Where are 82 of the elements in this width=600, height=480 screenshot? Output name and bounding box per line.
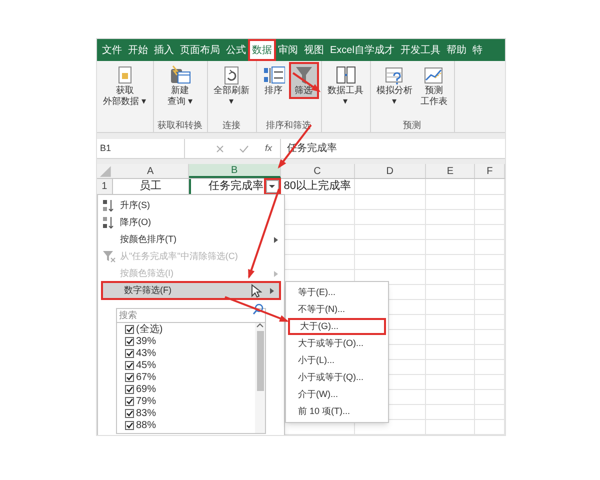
cell-text: 任务完成率 [208, 178, 264, 194]
ribbon-button[interactable]: 排序 [260, 64, 287, 97]
checkbox-label: 43% [136, 346, 156, 360]
menu-item[interactable]: 大于或等于(O)... [286, 335, 388, 352]
menu-item[interactable]: 数字筛选(F) [102, 282, 280, 299]
row-header[interactable]: 1 [97, 179, 113, 194]
menu-item[interactable]: 按颜色排序(T) [98, 231, 284, 248]
sort-icon [262, 65, 285, 85]
scrollbar[interactable] [255, 321, 265, 433]
group-label: 连接 [222, 119, 241, 132]
ribbon-button[interactable]: 获取 外部数据 ▾ [101, 64, 149, 108]
ribbon-tab[interactable]: 开始 [126, 41, 150, 59]
checkbox[interactable] [125, 372, 134, 382]
ribbon-button[interactable]: 全部刷新 ▾ [212, 64, 252, 108]
checkbox[interactable] [125, 420, 134, 430]
ribbon-tab[interactable]: 插入 [152, 41, 176, 59]
checkbox[interactable] [125, 384, 134, 394]
menu-item[interactable]: 不等于(N)... [286, 301, 388, 318]
checkbox[interactable] [125, 324, 134, 334]
checkbox-label: 45% [136, 358, 156, 372]
ribbon-button[interactable]: 预测 工作表 [418, 64, 450, 108]
menu-item[interactable]: 前 10 项(T)... [286, 403, 388, 420]
sort-descending-icon [102, 215, 116, 230]
ribbon-tab[interactable]: 帮助 [444, 41, 468, 59]
name-box[interactable]: B1 [97, 139, 185, 158]
sort-ascending-icon [102, 198, 116, 213]
checkbox[interactable] [125, 396, 134, 406]
ribbon-button[interactable]: 模拟分析 ▾ [374, 64, 415, 108]
mouse-pointer-icon [251, 284, 262, 298]
checkbox[interactable] [125, 348, 134, 358]
menu-item[interactable]: 小于或等于(Q)... [286, 369, 388, 386]
menu-item[interactable]: 升序(S) [98, 197, 284, 214]
ribbon-tab[interactable]: 数据 [250, 41, 274, 59]
group-label: 获取和转换 [158, 119, 203, 132]
annotation-arrow [292, 72, 321, 92]
ribbon-tab[interactable]: 页面布局 [178, 41, 222, 59]
menu-item[interactable]: 介于(W)... [286, 386, 388, 403]
checkbox[interactable] [125, 360, 134, 370]
ribbon-tab[interactable]: 特 [470, 41, 484, 59]
close-icon [215, 144, 225, 154]
cell-text: 员工 [139, 179, 162, 194]
ribbon-tab[interactable]: 审阅 [276, 41, 300, 59]
ribbon-tab[interactable]: Excel自学成才 [328, 41, 396, 59]
group-label: 预测 [403, 119, 422, 132]
checkbox-label: 69% [136, 382, 156, 396]
menu-item[interactable]: 小于(L)... [286, 352, 388, 369]
ribbon-tab[interactable]: 文件 [100, 41, 124, 59]
checkbox-label: 83% [136, 406, 156, 420]
search-field[interactable]: 搜索 [116, 308, 266, 322]
fx-button[interactable]: fx [265, 142, 272, 156]
ribbon-tab[interactable]: 公式 [224, 41, 248, 59]
menu-item[interactable]: 降序(O) [98, 214, 284, 231]
scrollbar-thumb[interactable] [256, 331, 264, 391]
clear-filter-icon [102, 249, 116, 264]
checkbox-label: (全选) [136, 322, 163, 336]
database-table-icon [169, 65, 191, 85]
check-icon [239, 144, 249, 154]
line-chart-icon [423, 65, 446, 85]
ribbon-tab[interactable]: 开发工具 [398, 41, 442, 59]
checkbox[interactable] [125, 336, 134, 346]
column-header[interactable]: D [354, 164, 426, 178]
search-icon [252, 303, 264, 315]
ribbon-tab[interactable]: 视图 [302, 41, 326, 59]
checkbox-label: 79% [136, 394, 156, 408]
column-header[interactable]: E [426, 164, 476, 178]
menu-item[interactable]: 大于(G)... [288, 318, 386, 335]
ribbon-button[interactable]: 数据工具 ▾ [326, 64, 366, 108]
checkbox-label: 67% [136, 370, 156, 384]
cell-text: 80以上完成率 [284, 178, 351, 194]
column-header[interactable]: B [188, 164, 281, 178]
annotation-arrow [224, 296, 289, 322]
checkbox[interactable] [125, 408, 134, 418]
checkbox-label: 39% [136, 334, 156, 348]
caret-icon [269, 185, 276, 188]
ribbon-button[interactable]: 筛选 [290, 64, 317, 97]
checkbox-label: 88% [136, 418, 156, 432]
ribbon-button[interactable]: 新建 查询 ▾ [165, 64, 195, 108]
scroll-up-icon [256, 323, 264, 329]
column-header[interactable]: F [475, 164, 505, 178]
table-tools-icon [334, 65, 357, 85]
filter-dropdown-button[interactable] [266, 180, 279, 193]
menu-item[interactable]: 等于(E)... [286, 284, 388, 301]
